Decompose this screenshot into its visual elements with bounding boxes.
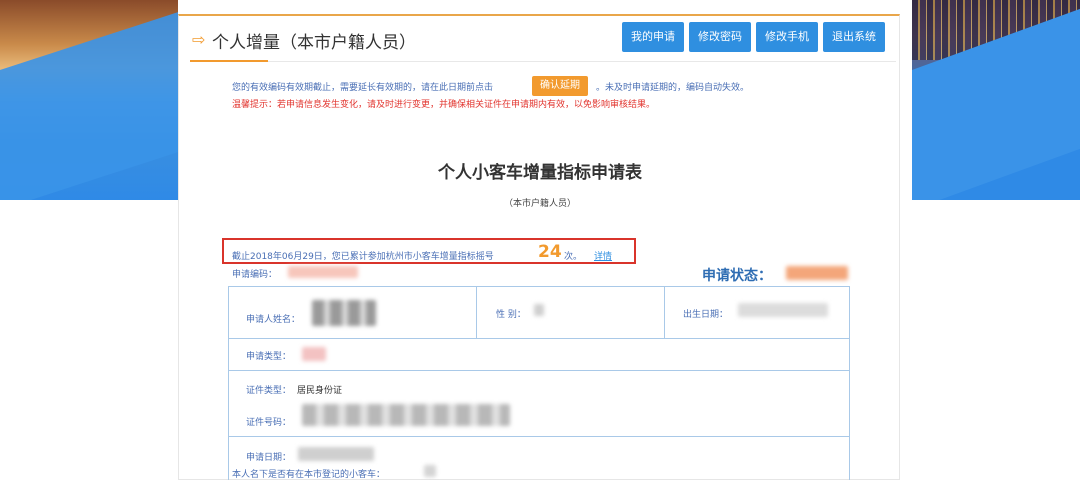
- details-link[interactable]: 详情: [594, 249, 612, 262]
- birth-date-label: 出生日期：: [683, 310, 729, 320]
- validity-notice: 您的有效编码有效期截止，需要延长有效期的，请在此日期前点击: [232, 83, 494, 93]
- validity-notice-tail: 。未及时申请延期的，编码自动失效。: [596, 83, 750, 93]
- redacted-birth-date: [738, 303, 828, 317]
- redacted-name: [312, 300, 376, 326]
- redacted-application-date: [298, 447, 374, 461]
- table-divider: [476, 286, 477, 338]
- change-password-button[interactable]: 修改密码: [689, 22, 751, 52]
- gender-label: 性 别：: [496, 310, 526, 320]
- redacted-own-car-answer: [424, 465, 436, 477]
- header-divider: [268, 61, 896, 62]
- applicant-name-label: 申请人姓名：: [246, 315, 301, 325]
- table-divider: [228, 370, 850, 371]
- id-type-value: 居民身份证: [297, 386, 343, 396]
- application-date-label: 申请日期：: [246, 453, 292, 463]
- lottery-count-text: 截止2018年06月29日，您已累计参加杭州市小客车增量指标摇号: [232, 252, 494, 262]
- application-code-label: 申请编码：: [232, 270, 278, 280]
- form-subtitle: （本市户籍人员）: [503, 199, 576, 209]
- redacted-status: [786, 266, 848, 280]
- own-car-question-label: 本人名下是否有在本市登记的小客车：: [232, 470, 386, 480]
- lottery-count-unit: 次。: [564, 252, 583, 262]
- form-title: 个人小客车增量指标申请表: [438, 163, 642, 183]
- my-application-button[interactable]: 我的申请: [622, 22, 684, 52]
- application-type-label: 申请类型：: [246, 352, 292, 362]
- change-phone-button[interactable]: 修改手机: [756, 22, 818, 52]
- lottery-count-value: 24: [538, 242, 562, 262]
- redacted-application-type: [302, 347, 326, 361]
- table-divider: [228, 436, 850, 437]
- redacted-application-code: [288, 266, 358, 278]
- table-divider: [228, 338, 850, 339]
- table-divider: [664, 286, 665, 338]
- redacted-gender: [534, 304, 544, 316]
- logout-button[interactable]: 退出系统: [823, 22, 885, 52]
- confirm-extension-button[interactable]: 确认延期: [532, 76, 588, 96]
- title-underline: [190, 60, 268, 62]
- page-title: 个人增量（本市户籍人员）: [212, 33, 416, 53]
- id-number-label: 证件号码：: [246, 418, 292, 428]
- id-type-label: 证件类型：: [246, 386, 292, 396]
- arrow-right-icon: ⇨: [192, 30, 206, 49]
- warm-tip-notice: 温馨提示：若申请信息发生变化，请及时进行变更，并确保相关证件在申请期内有效，以免…: [232, 100, 656, 110]
- application-status-label: 申请状态：: [702, 268, 772, 284]
- redacted-id-number: [302, 404, 510, 426]
